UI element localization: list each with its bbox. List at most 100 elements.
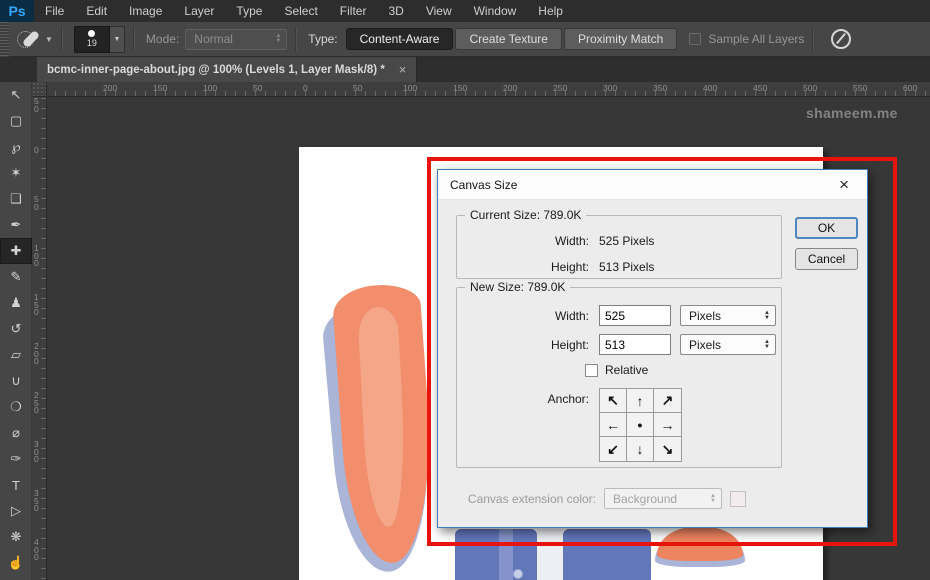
- anchor-cell-0-1[interactable]: ↑: [627, 389, 654, 413]
- mode-value: Normal: [194, 32, 233, 46]
- anchor-cell-2-2[interactable]: ↘: [654, 437, 681, 461]
- content-aware-button[interactable]: Content-Aware: [346, 28, 454, 50]
- menu-filter[interactable]: Filter: [329, 0, 378, 22]
- spinner-icon: ▲▼: [275, 34, 281, 44]
- menu-bar: Ps FileEditImageLayerTypeSelectFilter3DV…: [0, 0, 930, 22]
- menu-edit[interactable]: Edit: [75, 0, 118, 22]
- dialog-title-bar[interactable]: Canvas Size ×: [438, 170, 867, 200]
- anchor-cell-1-2[interactable]: →: [654, 413, 681, 437]
- width-unit-select[interactable]: Pixels ▲▼: [680, 305, 776, 326]
- path-selection-tool[interactable]: ▷: [0, 498, 32, 524]
- photoshop-logo: Ps: [0, 0, 34, 22]
- panel-grip: [0, 22, 9, 57]
- ruler-label: 200: [34, 343, 43, 366]
- dodge-tool[interactable]: ⌀: [0, 420, 32, 446]
- menu-items: FileEditImageLayerTypeSelectFilter3DView…: [34, 0, 574, 22]
- current-height-value: 513 Pixels: [599, 260, 654, 274]
- height-input[interactable]: [599, 334, 671, 355]
- marquee-tool[interactable]: ▢: [0, 108, 32, 134]
- anchor-cell-1-0[interactable]: ←: [600, 413, 627, 437]
- brush-dropdown-arrow[interactable]: ▼: [110, 26, 125, 53]
- options-bar: ▼ 19 ▼ Mode: Normal ▲▼ Type: Content-Awa…: [0, 22, 930, 57]
- pen-tool-icon: ✑: [11, 451, 22, 467]
- move-tool-icon: ↖: [11, 87, 22, 103]
- illustration-right-leg: [563, 529, 651, 580]
- blur-tool[interactable]: ❍: [0, 394, 32, 420]
- ruler-label: 400: [703, 83, 717, 93]
- lasso-tool[interactable]: ℘: [0, 134, 32, 160]
- eraser-tool[interactable]: ▱: [0, 342, 32, 368]
- menu-help[interactable]: Help: [527, 0, 574, 22]
- menu-layer[interactable]: Layer: [173, 0, 225, 22]
- ruler-label: 450: [753, 83, 767, 93]
- magic-wand-tool[interactable]: ✶: [0, 160, 32, 186]
- anchor-cell-1-1[interactable]: ●: [627, 413, 654, 437]
- ok-button[interactable]: OK: [795, 217, 858, 239]
- create-texture-button[interactable]: Create Texture: [455, 28, 562, 50]
- ruler-label: 100: [34, 245, 43, 268]
- current-height-label: Height:: [457, 260, 589, 274]
- cancel-button[interactable]: Cancel: [795, 248, 858, 270]
- marquee-tool-icon: ▢: [10, 113, 22, 129]
- sample-all-layers-checkbox[interactable]: [689, 33, 701, 45]
- clone-stamp-tool[interactable]: ♟: [0, 290, 32, 316]
- type-tool[interactable]: T: [0, 472, 32, 498]
- document-tab[interactable]: bcmc-inner-page-about.jpg @ 100% (Levels…: [37, 57, 417, 82]
- close-tab-icon[interactable]: ×: [399, 62, 407, 77]
- height-unit-select[interactable]: Pixels ▲▼: [680, 334, 776, 355]
- relative-checkbox[interactable]: [585, 364, 598, 377]
- paint-bucket-tool[interactable]: ∪: [0, 368, 32, 394]
- path-selection-tool-icon: ▷: [11, 503, 21, 519]
- tablet-pressure-icon[interactable]: [831, 29, 851, 49]
- spot-healing-brush-tool[interactable]: ✚: [0, 238, 32, 264]
- ruler-label: 300: [603, 83, 617, 93]
- canvas-extension-row: Canvas extension color: Background ▲▼: [456, 488, 746, 509]
- brush-tool[interactable]: ✎: [0, 264, 32, 290]
- ruler-label: 200: [103, 83, 117, 93]
- active-tool-button[interactable]: ▼: [17, 27, 53, 51]
- anchor-cell-2-0[interactable]: ↙: [600, 437, 627, 461]
- mode-select: Normal ▲▼: [185, 29, 287, 50]
- menu-file[interactable]: File: [34, 0, 75, 22]
- menu-select[interactable]: Select: [273, 0, 328, 22]
- anchor-arrow-icon: ↙: [607, 441, 619, 458]
- brush-preset-picker[interactable]: 19 ▼: [74, 26, 125, 53]
- menu-view[interactable]: View: [415, 0, 463, 22]
- relative-option[interactable]: Relative: [585, 360, 781, 380]
- sample-all-layers-option[interactable]: Sample All Layers: [689, 32, 804, 46]
- menu-image[interactable]: Image: [118, 0, 173, 22]
- pen-tool[interactable]: ✑: [0, 446, 32, 472]
- illustration-leg-gap: [537, 529, 563, 580]
- spinner-icon: ▲▼: [764, 311, 770, 321]
- menu-window[interactable]: Window: [463, 0, 528, 22]
- ruler-label: 350: [653, 83, 667, 93]
- width-input[interactable]: [599, 305, 671, 326]
- new-width-label: Width:: [457, 309, 589, 323]
- sample-all-layers-label: Sample All Layers: [708, 32, 804, 46]
- extension-color-value: Background: [613, 492, 677, 506]
- new-size-legend: New Size: 789.0K: [465, 280, 570, 294]
- anchor-arrow-icon: ↑: [637, 393, 644, 409]
- anchor-cell-0-0[interactable]: ↖: [600, 389, 627, 413]
- eyedropper-tool[interactable]: ✒: [0, 212, 32, 238]
- custom-shape-tool[interactable]: ❋: [0, 524, 32, 550]
- crop-tool[interactable]: ❏: [0, 186, 32, 212]
- hand-tool[interactable]: ☝: [0, 550, 32, 576]
- menu-3d[interactable]: 3D: [377, 0, 414, 22]
- current-size-legend: Current Size: 789.0K: [465, 208, 586, 222]
- brush-size-value: 19: [87, 38, 97, 48]
- spinner-icon: ▲▼: [764, 340, 770, 350]
- anchor-cell-2-1[interactable]: ↓: [627, 437, 654, 461]
- type-tool-icon: T: [12, 478, 20, 493]
- ruler-label: 150: [34, 294, 43, 317]
- anchor-cell-0-2[interactable]: ↗: [654, 389, 681, 413]
- proximity-match-button[interactable]: Proximity Match: [564, 28, 677, 50]
- ruler-origin-box[interactable]: [32, 82, 47, 97]
- anchor-grid: ↖ ↑ ↗ ←●→ ↙ ↓↘: [599, 388, 682, 462]
- history-brush-tool[interactable]: ↺: [0, 316, 32, 342]
- dialog-close-icon[interactable]: ×: [833, 175, 855, 195]
- menu-type[interactable]: Type: [225, 0, 273, 22]
- move-tool[interactable]: ↖: [0, 82, 32, 108]
- extension-color-swatch: [730, 491, 746, 507]
- illustration-hand: [657, 527, 743, 561]
